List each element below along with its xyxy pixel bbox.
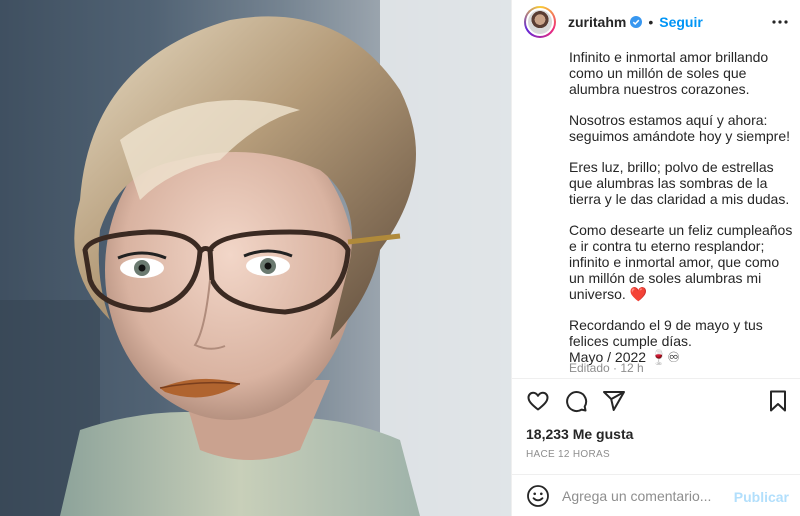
comment-input[interactable] — [562, 488, 732, 504]
username[interactable]: zuritahm — [568, 14, 626, 30]
more-options-icon[interactable] — [771, 13, 789, 31]
avatar[interactable] — [524, 6, 556, 38]
caption-paragraph: Eres luz, brillo; polvo de estrellas que… — [569, 159, 790, 207]
share-icon[interactable] — [602, 389, 626, 413]
divider — [512, 474, 800, 475]
post-timestamp[interactable]: HACE 12 HORAS — [526, 449, 610, 460]
portrait-illustration — [0, 0, 511, 516]
divider — [512, 378, 800, 379]
caption-paragraph: Recordando el 9 de mayo y tus felices cu… — [569, 317, 763, 349]
publish-button[interactable]: Publicar — [734, 489, 789, 505]
follow-button[interactable]: Seguir — [659, 14, 703, 30]
likes-count[interactable]: 18,233 Me gusta — [526, 426, 633, 442]
emoji-icon[interactable] — [526, 484, 550, 508]
comment-icon[interactable] — [564, 389, 588, 413]
caption-paragraph: Como desearte un feliz cumpleaños e ir c… — [569, 222, 793, 302]
post-image[interactable] — [0, 0, 511, 516]
post-header: zuritahm • Seguir — [512, 0, 800, 44]
caption-paragraph: Nosotros estamos aquí y ahora: seguimos … — [569, 112, 790, 144]
verified-badge-icon — [630, 16, 643, 28]
action-bar — [526, 389, 626, 413]
separator-dot: • — [648, 14, 654, 30]
post-panel: zuritahm • Seguir Infinito e inmortal am… — [511, 0, 800, 516]
heart-icon[interactable] — [526, 389, 550, 413]
caption-paragraph: Infinito e inmortal amor brillando como … — [569, 49, 769, 97]
post-caption: Infinito e inmortal amor brillando como … — [569, 49, 795, 365]
bookmark-icon[interactable] — [766, 389, 790, 413]
edited-label: Editado · 12 h — [569, 361, 644, 375]
